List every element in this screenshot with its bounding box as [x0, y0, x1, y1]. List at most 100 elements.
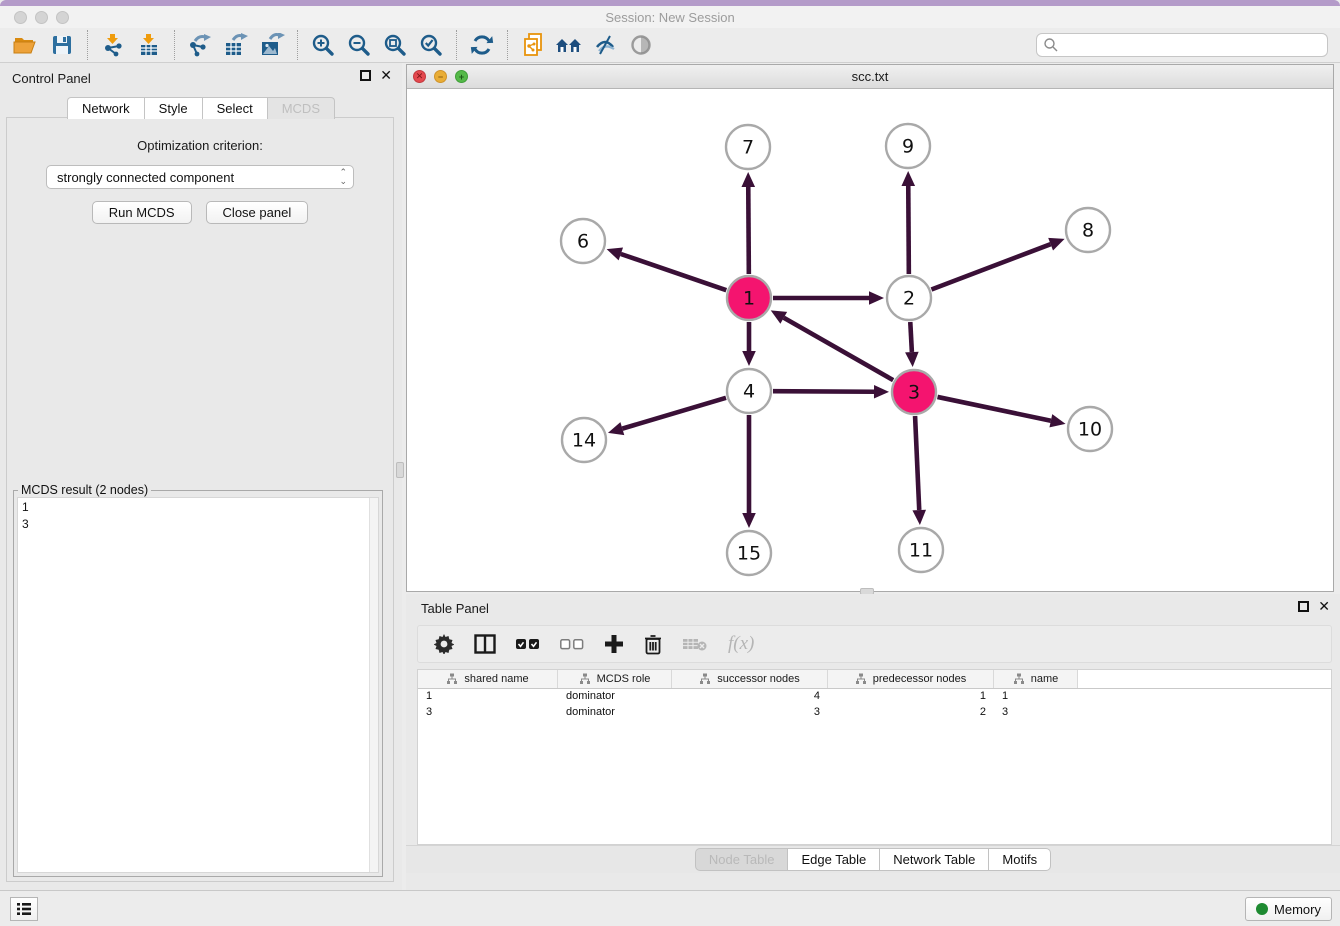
table-panel: Table Panel ✕	[406, 594, 1340, 890]
column-header-predecessor-nodes[interactable]: predecessor nodes	[828, 670, 994, 688]
zoom-in-button[interactable]	[305, 30, 341, 60]
mcds-result-line: 3	[22, 516, 374, 533]
hierarchy-icon	[699, 673, 711, 685]
edge-2-9[interactable]	[908, 186, 909, 274]
column-header-successor-nodes[interactable]: successor nodes	[672, 670, 828, 688]
import-table-icon	[137, 33, 161, 57]
mcds-result-textarea[interactable]: 1 3	[17, 497, 379, 873]
network-canvas[interactable]: 7968124314101511	[407, 89, 1333, 591]
edge-2-3[interactable]	[910, 322, 912, 352]
checked-boxes-icon	[516, 637, 540, 651]
toolbar-separator	[174, 30, 175, 60]
folder-open-icon	[13, 33, 39, 57]
search-input[interactable]	[1036, 33, 1328, 57]
edge-3-1[interactable]	[784, 318, 893, 380]
criterion-dropdown[interactable]: strongly connected component ⌃⌄	[46, 165, 354, 189]
tab-node-table[interactable]: Node Table	[695, 848, 789, 871]
refresh-icon	[470, 33, 494, 57]
float-panel-icon[interactable]	[360, 70, 371, 81]
application-window: Session: New Session	[0, 0, 1340, 926]
import-table-button[interactable]	[131, 30, 167, 60]
close-panel-icon[interactable]: ✕	[1318, 601, 1330, 612]
task-history-button[interactable]	[10, 897, 38, 921]
table-cell: dominator	[558, 705, 672, 721]
function-builder-button[interactable]: f(x)	[728, 633, 754, 655]
export-table-button[interactable]	[218, 30, 254, 60]
close-panel-button[interactable]: Close panel	[206, 201, 309, 224]
close-panel-icon[interactable]: ✕	[380, 70, 392, 81]
tab-style[interactable]: Style	[145, 97, 203, 119]
export-image-button[interactable]	[254, 30, 290, 60]
arrowhead-icon	[607, 248, 623, 261]
import-network-button[interactable]	[95, 30, 131, 60]
table-cell: 1	[418, 689, 558, 705]
node-label: 3	[908, 382, 920, 404]
save-session-button[interactable]	[44, 30, 80, 60]
zoom-selected-button[interactable]	[413, 30, 449, 60]
export-table-icon	[223, 33, 249, 57]
edge-1-6[interactable]	[621, 254, 726, 290]
toolbar-separator	[87, 30, 88, 60]
node-table[interactable]: shared nameMCDS rolesuccessor nodesprede…	[417, 669, 1332, 845]
delete-table-button[interactable]	[682, 636, 708, 652]
network-window-titlebar[interactable]: ✕ − + scc.txt	[407, 65, 1333, 89]
double-home-icon	[555, 33, 583, 57]
split-columns-button[interactable]	[474, 634, 496, 654]
arrowhead-icon	[608, 422, 624, 435]
edge-4-14[interactable]	[622, 398, 726, 429]
edge-1-7[interactable]	[748, 187, 749, 274]
run-mcds-button[interactable]: Run MCDS	[92, 201, 192, 224]
home-layout-button[interactable]	[551, 30, 587, 60]
memory-button[interactable]: Memory	[1245, 897, 1332, 921]
select-all-button[interactable]	[516, 637, 540, 651]
show-graphics-button[interactable]	[623, 30, 659, 60]
node-label: 1	[743, 288, 755, 310]
edge-2-8[interactable]	[931, 244, 1050, 289]
tab-edge-table[interactable]: Edge Table	[788, 848, 880, 871]
refresh-button[interactable]	[464, 30, 500, 60]
tab-network-table[interactable]: Network Table	[880, 848, 989, 871]
arrowhead-icon	[1049, 414, 1065, 427]
float-panel-icon[interactable]	[1298, 601, 1309, 612]
result-scrollbar[interactable]	[369, 498, 378, 872]
clear-selection-button[interactable]	[560, 637, 584, 651]
node-label: 4	[743, 381, 755, 403]
clone-network-button[interactable]	[515, 30, 551, 60]
list-icon	[16, 902, 32, 916]
edge-3-11[interactable]	[915, 416, 919, 510]
table-settings-button[interactable]	[434, 634, 454, 654]
node-label: 15	[737, 543, 761, 565]
tab-motifs[interactable]: Motifs	[989, 848, 1051, 871]
column-header-name[interactable]: name	[994, 670, 1078, 688]
column-header-MCDS-role[interactable]: MCDS role	[558, 670, 672, 688]
add-column-button[interactable]	[604, 634, 624, 654]
table-row[interactable]: 1dominator411	[418, 689, 1331, 705]
vertical-splitter-handle[interactable]	[396, 462, 404, 478]
zoom-fit-button[interactable]	[377, 30, 413, 60]
tab-network[interactable]: Network	[67, 97, 145, 119]
tab-mcds[interactable]: MCDS	[268, 97, 335, 119]
hierarchy-icon	[855, 673, 867, 685]
control-panel-tabs: Network Style Select MCDS	[0, 97, 402, 119]
column-header-shared-name[interactable]: shared name	[418, 670, 558, 688]
titlebar: Session: New Session	[0, 6, 1340, 28]
edge-4-3[interactable]	[773, 391, 874, 392]
edge-3-10[interactable]	[937, 397, 1050, 421]
arrowhead-icon	[741, 172, 755, 187]
tab-select[interactable]: Select	[203, 97, 268, 119]
export-image-icon	[259, 33, 285, 57]
zoom-out-button[interactable]	[341, 30, 377, 60]
node-label: 10	[1078, 419, 1102, 441]
node-label: 11	[909, 540, 933, 562]
table-cell: dominator	[558, 689, 672, 705]
delete-column-button[interactable]	[644, 634, 662, 655]
export-network-button[interactable]	[182, 30, 218, 60]
open-file-button[interactable]	[8, 30, 44, 60]
table-row[interactable]: 3dominator323	[418, 705, 1331, 721]
hide-graphics-button[interactable]	[587, 30, 623, 60]
table-cell: 3	[994, 705, 1078, 721]
search-container	[1036, 33, 1328, 57]
criterion-value: strongly connected component	[57, 170, 234, 185]
hierarchy-icon	[579, 673, 591, 685]
network-graph[interactable]: 7968124314101511	[407, 89, 1333, 591]
